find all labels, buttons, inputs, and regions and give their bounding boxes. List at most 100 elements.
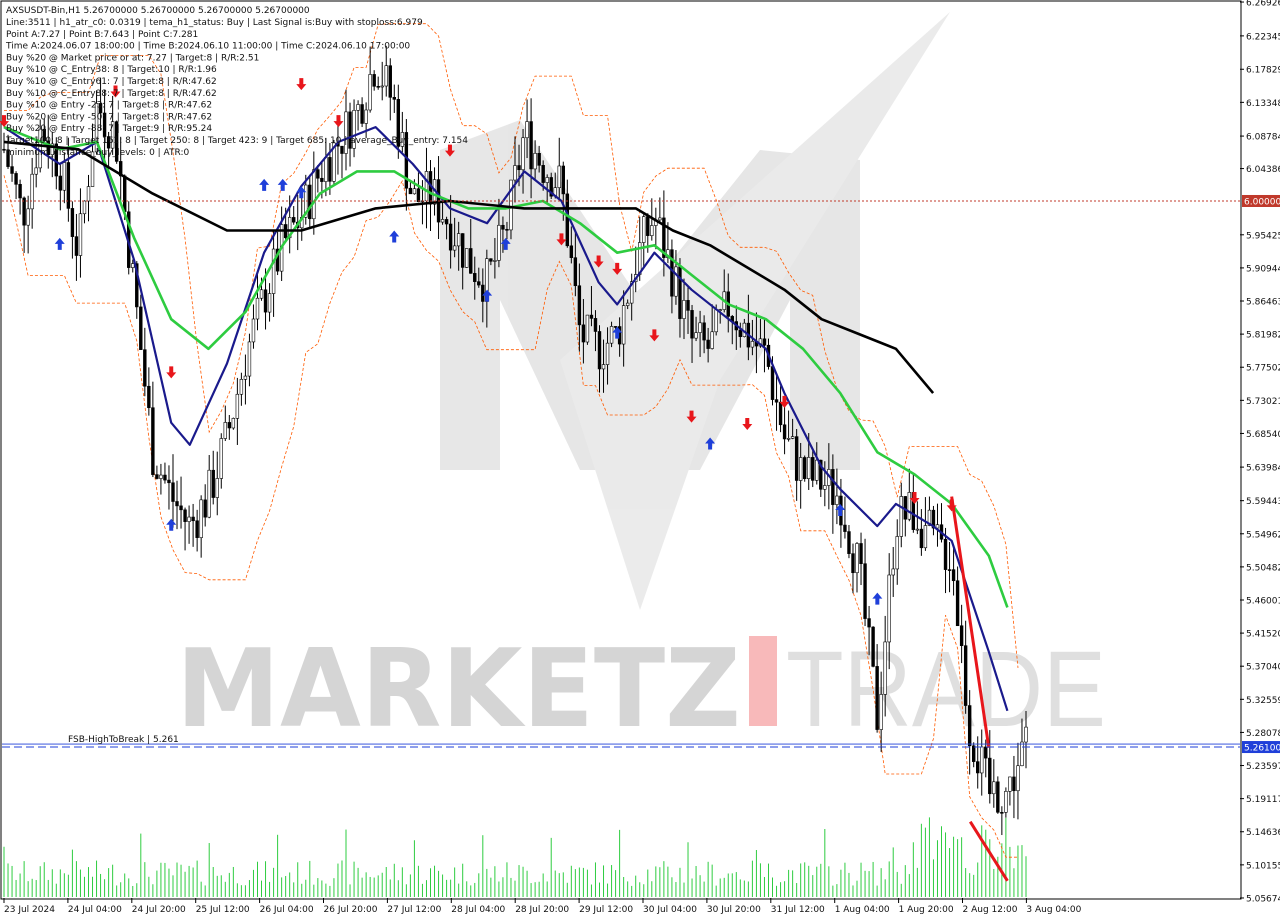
candle-body xyxy=(879,694,883,730)
time-label: 31 Jul 12:00 xyxy=(771,905,825,915)
candle-body xyxy=(384,65,388,87)
price-label: 6.22345 xyxy=(1246,32,1280,42)
time-label: 2 Aug 12:00 xyxy=(963,905,1018,915)
price-label: 5.14636 xyxy=(1246,828,1280,838)
candle-body xyxy=(408,187,413,195)
fsb-label: FSB-HighToBreak | 5.261 xyxy=(68,735,179,745)
time-label: 25 Jul 12:00 xyxy=(196,905,250,915)
candle-body xyxy=(412,188,417,195)
candle-body xyxy=(191,516,195,522)
candle-body xyxy=(992,781,996,795)
candle-body xyxy=(312,169,316,220)
watermark-brand-left: MARKETZ xyxy=(176,627,741,752)
time-label: 28 Jul 04:00 xyxy=(451,905,505,915)
candle-body xyxy=(899,496,903,537)
candle-body xyxy=(360,104,364,124)
candle-body xyxy=(843,524,847,532)
candle-body xyxy=(70,208,75,237)
candle-body xyxy=(227,422,232,429)
price-label: 5.81982 xyxy=(1246,331,1280,341)
candle-body xyxy=(642,216,646,243)
price-label: 5.05674 xyxy=(1246,894,1280,904)
candle-body xyxy=(605,342,610,365)
candle-body xyxy=(589,314,594,319)
price-label: 6.13348 xyxy=(1246,99,1280,109)
candle-body xyxy=(364,109,368,124)
candle-body xyxy=(151,407,155,475)
candle-body xyxy=(211,469,215,498)
candle-body xyxy=(529,121,533,170)
candle-body xyxy=(1000,812,1004,814)
info-line: minimum_distance_buy_levels: 0 | ATR:0 xyxy=(6,148,190,158)
price-label: 6.08784 xyxy=(1246,133,1280,143)
candle-body xyxy=(658,217,662,221)
candle-body xyxy=(577,285,582,326)
candle-body xyxy=(171,482,175,502)
candle-body xyxy=(855,543,859,574)
candle-body xyxy=(698,322,702,333)
candle-body xyxy=(609,326,614,344)
price-label: 5.68540 xyxy=(1246,430,1280,440)
candle-body xyxy=(460,233,465,268)
candle-body xyxy=(255,297,260,320)
candle-body xyxy=(243,375,248,380)
candle-body xyxy=(380,85,384,88)
candle-body xyxy=(847,531,851,554)
candle-body xyxy=(392,97,396,100)
candle-body xyxy=(790,436,795,439)
candle-body xyxy=(497,224,501,261)
candle-body xyxy=(625,302,630,306)
candle-body xyxy=(778,401,783,426)
candle-body xyxy=(601,364,606,370)
candle-body xyxy=(235,393,240,419)
candle-body xyxy=(646,216,650,236)
candle-body xyxy=(541,165,545,183)
price-label: 5.10155 xyxy=(1246,861,1280,871)
candle-body xyxy=(505,228,509,231)
candle-body xyxy=(694,332,698,339)
price-label: 5.46001 xyxy=(1246,596,1280,606)
candle-body xyxy=(750,341,755,348)
candle-body xyxy=(316,169,320,179)
candle-body xyxy=(831,469,835,505)
candle-body xyxy=(175,501,179,507)
candle-body xyxy=(26,208,30,226)
candle-body xyxy=(915,528,920,531)
info-line: Buy %20 @ Entry -50: 7 | Target:8 | R/R:… xyxy=(6,112,212,122)
candle-body xyxy=(147,385,151,409)
candle-body xyxy=(368,74,372,111)
candle-body xyxy=(996,781,1000,813)
price-tag: 6.00000 xyxy=(1244,197,1280,207)
candle-body xyxy=(690,310,694,339)
candle-body xyxy=(561,165,565,195)
candle-body xyxy=(714,309,718,333)
candle-body xyxy=(203,499,207,518)
candle-body xyxy=(863,563,867,619)
candle-body xyxy=(811,457,815,481)
price-label: 5.95425 xyxy=(1246,231,1280,241)
candle-body xyxy=(597,331,602,370)
time-label: 1 Aug 20:00 xyxy=(899,905,954,915)
candle-body xyxy=(1008,776,1012,792)
price-label: 5.50482 xyxy=(1246,563,1280,573)
candle-body xyxy=(887,574,891,643)
candle-body xyxy=(163,474,167,481)
candle-body xyxy=(557,165,561,188)
candle-body xyxy=(1004,791,1008,813)
candle-body xyxy=(674,266,678,297)
info-line: Buy %10 @ Entry -23: 7 | Target:8 | R/R:… xyxy=(6,101,212,111)
candle-body xyxy=(376,86,380,88)
candle-body xyxy=(581,324,586,343)
candle-body xyxy=(223,422,227,439)
candle-body xyxy=(187,516,191,522)
candle-body xyxy=(340,145,344,154)
candle-body xyxy=(308,184,312,220)
info-line: Time A:2024.06.07 18:00:00 | Time B:2024… xyxy=(5,42,410,52)
price-chart[interactable]: MARKETZ TRADE FSB-HighToBreak | 5.261 AX… xyxy=(0,0,1280,920)
candle-body xyxy=(481,284,485,302)
candle-body xyxy=(963,645,968,706)
candle-body xyxy=(356,104,360,111)
candle-body xyxy=(738,329,743,337)
candle-body xyxy=(372,74,376,87)
info-line: Target100: 8 | Target 161: 8 | Target 25… xyxy=(5,136,468,146)
